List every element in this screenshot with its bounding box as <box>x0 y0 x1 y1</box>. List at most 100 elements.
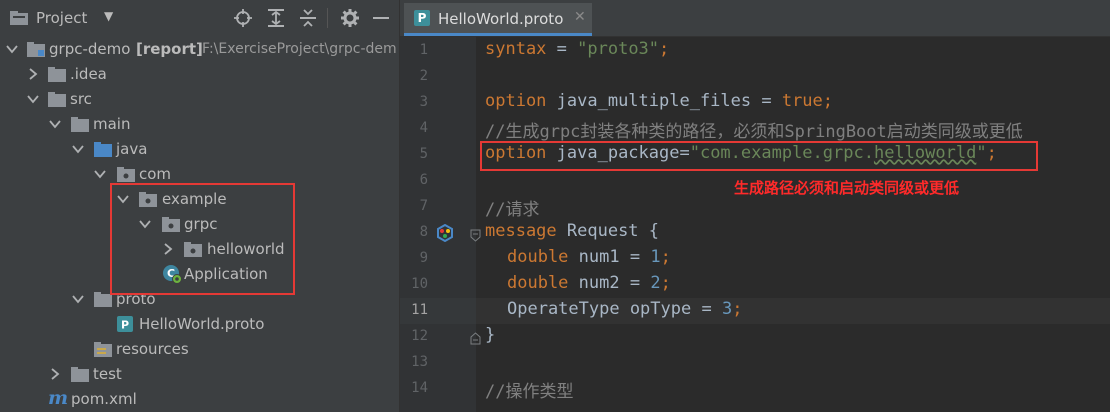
tree-item-label: grpc-demo <box>49 40 131 58</box>
token-keyword: message <box>485 221 557 241</box>
token-keyword: double <box>507 247 569 267</box>
token-boolean: true <box>781 91 823 111</box>
chevron-down-icon[interactable] <box>94 167 106 181</box>
editor-tab-bar: P HelloWorld.proto ✕ <box>400 0 1110 37</box>
token-semicolon: ; <box>822 91 834 111</box>
tree-item-label: main <box>93 115 131 133</box>
line-number: 2 <box>419 68 428 84</box>
fold-open-icon[interactable] <box>470 229 481 242</box>
tree-item-resources[interactable]: resources <box>0 337 400 362</box>
code-line-12[interactable]: } <box>485 325 495 345</box>
token-number: 2 <box>650 273 661 293</box>
token-number: 1 <box>650 247 661 267</box>
fold-close-icon[interactable] <box>470 332 481 345</box>
code-line-3[interactable]: option java_multiple_files = true; <box>485 91 833 111</box>
project-panel: Project ▼ grpc-demo [report] F:\Exercise… <box>0 0 400 412</box>
chevron-down-icon[interactable] <box>72 142 84 156</box>
chevron-down-icon[interactable] <box>27 92 39 106</box>
token-semicolon: ; <box>660 273 671 293</box>
chevron-right-icon[interactable] <box>49 367 61 381</box>
token-semicolon: ; <box>732 299 743 319</box>
tree-item-main[interactable]: main <box>0 112 400 137</box>
code-line-11[interactable]: OperateType opType = 3; <box>507 299 742 319</box>
close-icon[interactable]: ✕ <box>574 9 586 25</box>
line-number: 9 <box>419 250 428 266</box>
tree-item-label: java <box>116 140 148 158</box>
project-icon <box>10 11 28 25</box>
view-dropdown-icon[interactable]: ▼ <box>104 9 113 23</box>
tab-label: HelloWorld.proto <box>438 10 564 28</box>
tree-item-label: pom.xml <box>71 390 137 408</box>
line-number: 10 <box>411 276 428 292</box>
maven-icon: m <box>48 387 69 409</box>
svg-text:P: P <box>121 319 129 332</box>
code-line-7-comment[interactable]: //请求 <box>485 195 539 220</box>
tree-item-pom[interactable]: m pom.xml <box>0 387 400 412</box>
token-text: OperateType opType = <box>507 299 722 319</box>
code-line-9[interactable]: double num1 = 1; <box>507 247 671 267</box>
line-number: 7 <box>419 198 428 214</box>
tree-item-java[interactable]: java <box>0 137 400 162</box>
annotation-text: 生成路径必须和启动类同级或更低 <box>734 179 960 197</box>
tree-item-label: .idea <box>70 65 107 83</box>
resources-folder-icon <box>94 342 112 357</box>
folder-icon <box>71 117 89 132</box>
expand-all-icon[interactable] <box>265 7 287 29</box>
tab-helloworld-proto[interactable]: P HelloWorld.proto ✕ <box>404 3 592 36</box>
proto-file-icon: P <box>117 316 133 332</box>
token-keyword: syntax <box>485 39 547 59</box>
tree-item-test[interactable]: test <box>0 362 400 387</box>
token-text: num2 = <box>568 273 651 293</box>
tree-item-label: com <box>139 165 172 183</box>
locate-file-icon[interactable] <box>232 7 254 29</box>
tree-item-label: src <box>70 90 92 108</box>
token-text: = <box>546 39 578 59</box>
tree-item-badge: [report] <box>136 40 203 58</box>
token-keyword: double <box>507 273 569 293</box>
folder-icon <box>48 67 66 82</box>
chevron-down-icon[interactable] <box>72 292 84 306</box>
line-number: 3 <box>419 94 428 110</box>
highlight-box-java-package <box>480 141 1038 171</box>
collapse-all-icon[interactable] <box>297 7 319 29</box>
proto-file-icon: P <box>414 10 430 26</box>
token-text: Request { <box>556 221 660 241</box>
line-number: 12 <box>411 328 428 344</box>
tree-item-label: resources <box>116 340 189 358</box>
line-number: 14 <box>411 380 428 396</box>
project-panel-title[interactable]: Project <box>36 9 87 27</box>
code-line-1[interactable]: syntax = "proto3"; <box>485 39 669 59</box>
tree-item-helloworld-proto[interactable]: P HelloWorld.proto <box>0 312 400 337</box>
code-line-4-comment[interactable]: //生成grpc封装各种类的路径，必须和SpringBoot启动类同级或更低 <box>485 117 1023 142</box>
gear-icon[interactable] <box>339 7 361 29</box>
folder-icon <box>71 367 89 382</box>
tree-item-grpc-demo[interactable]: grpc-demo [report] F:\ExerciseProject\gr… <box>0 37 400 62</box>
line-number: 1 <box>419 42 428 58</box>
project-panel-header: Project ▼ <box>0 0 400 36</box>
code-line-10[interactable]: double num2 = 2; <box>507 273 671 293</box>
code-line-14-comment[interactable]: //操作类型 <box>485 377 573 402</box>
protobuf-message-gutter-icon[interactable] <box>436 224 454 242</box>
chevron-right-icon[interactable] <box>27 67 39 81</box>
token-semicolon: ; <box>660 247 671 267</box>
highlight-box-example-package <box>110 183 295 295</box>
chevron-down-icon[interactable] <box>49 117 61 131</box>
line-number: 13 <box>411 354 428 370</box>
code-line-8[interactable]: message Request { <box>485 221 659 241</box>
tree-item-path: F:\ExerciseProject\grpc-dem <box>202 41 397 57</box>
chevron-down-icon[interactable] <box>6 42 18 56</box>
header-separator <box>327 8 328 28</box>
tree-item-label: HelloWorld.proto <box>139 315 265 333</box>
token-text: java_multiple_files = <box>546 91 782 111</box>
tree-item-idea[interactable]: .idea <box>0 62 400 87</box>
folder-icon <box>48 92 66 107</box>
token-semicolon: ; <box>659 39 670 59</box>
line-number: 6 <box>419 172 428 188</box>
package-icon <box>117 167 135 182</box>
token-text: num1 = <box>568 247 651 267</box>
token-number: 3 <box>721 299 733 319</box>
tree-item-src[interactable]: src <box>0 87 400 112</box>
line-number: 8 <box>419 224 428 240</box>
line-number: 4 <box>419 120 428 136</box>
minimize-icon[interactable] <box>370 7 392 29</box>
